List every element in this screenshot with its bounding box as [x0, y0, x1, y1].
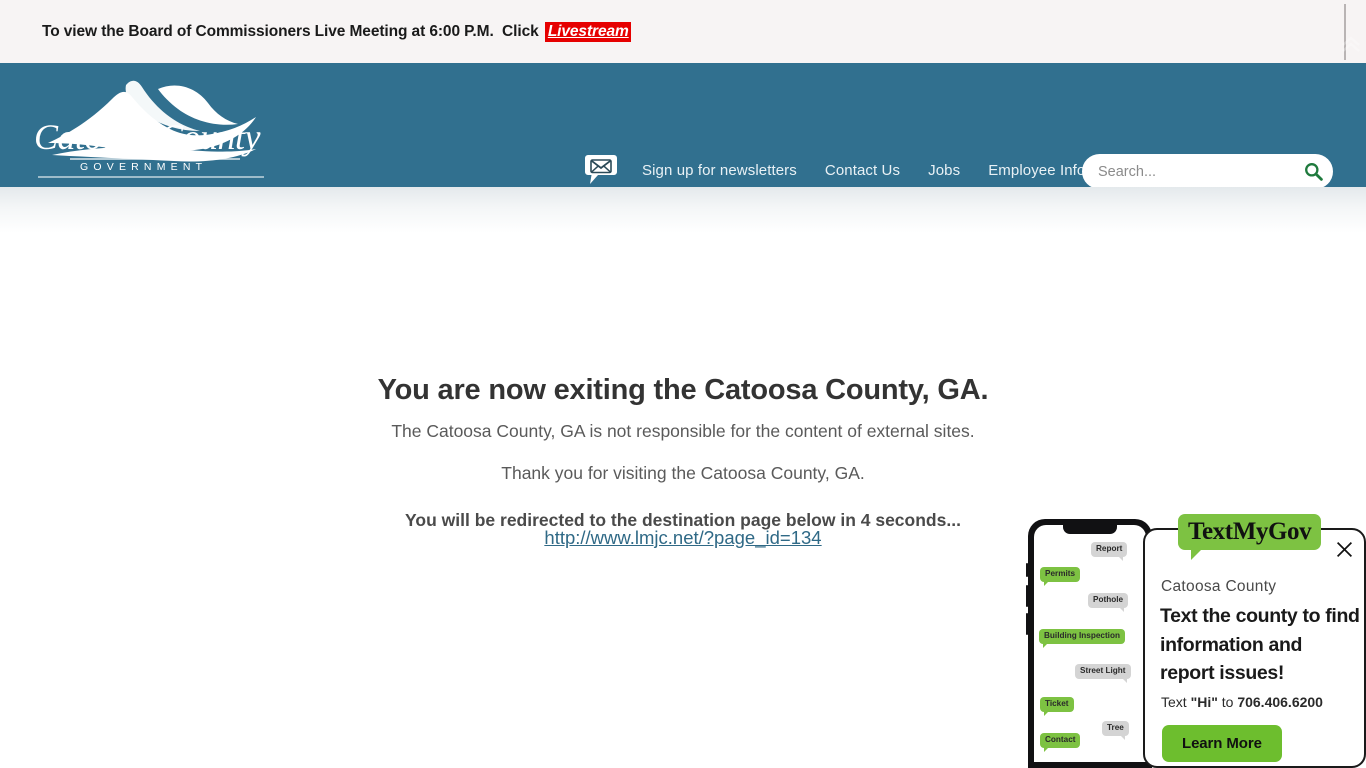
chat-bubble: Permits: [1040, 567, 1081, 586]
livestream-link[interactable]: Livestream: [544, 21, 631, 42]
search-box: [1082, 154, 1333, 189]
text-keyword: "Hi": [1190, 694, 1218, 710]
nav-link-contact-us[interactable]: Contact Us: [825, 162, 900, 179]
double-chevron-up-icon[interactable]: [1340, 34, 1362, 56]
chat-bubble: Street Light: [1075, 664, 1131, 683]
textmygov-popup: Report Permits Pothole Building Inspection S…: [1026, 506, 1366, 768]
destination-link[interactable]: http://www.lmjc.net/?page_id=134: [544, 527, 821, 548]
site-header: Catoosa County GOVERNMENT Sign up for ne…: [0, 63, 1366, 189]
popup-text-instruction: Text "Hi" to 706.406.6200: [1161, 694, 1323, 710]
header-gradient-divider: [0, 187, 1366, 233]
chat-bubble: Ticket: [1040, 697, 1074, 716]
learn-more-button[interactable]: Learn More: [1162, 725, 1282, 762]
nav-link-jobs[interactable]: Jobs: [928, 162, 960, 179]
chat-bubble: Building Inspection: [1039, 629, 1125, 648]
text-prefix: Text: [1161, 694, 1191, 710]
chat-bubble: Contact: [1040, 733, 1081, 752]
phone-notch: [1063, 525, 1117, 534]
phone-screen: Report Permits Pothole Building Inspection S…: [1034, 525, 1146, 762]
thank-you-text: Thank you for visiting the Catoosa Count…: [501, 463, 865, 483]
textmygov-brand-logo: TextMyGov: [1178, 514, 1322, 560]
envelope-speech-bubble-icon[interactable]: [584, 152, 618, 186]
search-input[interactable]: [1098, 154, 1293, 189]
popup-county-name: Catoosa County: [1161, 578, 1277, 595]
announcement-message: To view the Board of Commissioners Live …: [42, 22, 543, 40]
announcement-text: To view the Board of Commissioners Live …: [42, 21, 631, 42]
page-title: You are now exiting the Catoosa County, …: [377, 374, 989, 406]
disclaimer-text: The Catoosa County, GA is not responsibl…: [391, 421, 975, 441]
search-icon: [1304, 163, 1323, 181]
popup-phone-number: 706.406.6200: [1237, 694, 1323, 710]
textmygov-card: TextMyGov Catoosa County Text the county…: [1143, 514, 1366, 768]
chat-bubble: Tree: [1102, 721, 1129, 740]
nav-link-newsletters[interactable]: Sign up for newsletters: [642, 162, 797, 179]
announcement-bar: To view the Board of Commissioners Live …: [0, 0, 1366, 63]
nav-link-employee-info[interactable]: Employee Info: [988, 162, 1085, 179]
chat-bubble: Pothole: [1088, 593, 1129, 612]
phone-mockup: Report Permits Pothole Building Inspection S…: [1026, 519, 1152, 768]
text-middle: to: [1217, 694, 1238, 710]
search-button[interactable]: [1293, 154, 1333, 189]
close-icon[interactable]: [1332, 537, 1356, 561]
chat-bubble: Report: [1091, 542, 1128, 561]
popup-headline: Text the county to find information and …: [1160, 605, 1360, 684]
